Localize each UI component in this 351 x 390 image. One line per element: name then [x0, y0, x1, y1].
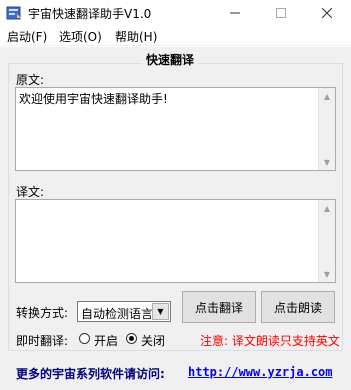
- menu-options[interactable]: 选项(O): [59, 28, 102, 45]
- scroll-down-icon[interactable]: ▼: [319, 154, 335, 170]
- chevron-down-icon[interactable]: ▼: [152, 303, 169, 320]
- menu-start[interactable]: 启动(F): [7, 28, 47, 45]
- group-title: 快速翻译: [142, 51, 199, 68]
- menu-help[interactable]: 帮助(H): [115, 28, 157, 45]
- source-textarea[interactable]: 欢迎使用宇宙快速翻译助手! ▲ ▼: [15, 87, 336, 171]
- radio-instant-off[interactable]: [126, 333, 137, 344]
- source-scrollbar[interactable]: ▲ ▼: [318, 88, 335, 170]
- translate-app-icon: [6, 6, 21, 20]
- target-textarea[interactable]: ▲ ▼: [15, 199, 336, 283]
- maximize-icon: [276, 8, 286, 18]
- radio-on-label[interactable]: 开启: [94, 332, 118, 349]
- read-aloud-button[interactable]: 点击朗读: [261, 291, 335, 323]
- target-scrollbar[interactable]: ▲ ▼: [318, 200, 335, 282]
- website-link[interactable]: http://www.yzrja.com: [188, 365, 333, 379]
- target-label: 译文:: [16, 185, 45, 199]
- scroll-up-icon[interactable]: ▲: [319, 88, 335, 104]
- radio-off-label[interactable]: 关闭: [141, 332, 165, 349]
- minimize-icon: [230, 12, 240, 14]
- notice-text: 注意: 译文朗读只支持英文: [200, 334, 340, 348]
- window-title: 宇宙快速翻译助手V1.0: [28, 7, 152, 21]
- scroll-down-icon[interactable]: ▼: [319, 266, 335, 282]
- radio-instant-on[interactable]: [79, 333, 90, 344]
- title-bar[interactable]: 宇宙快速翻译助手V1.0: [0, 0, 351, 26]
- menu-bar: 启动(F) 选项(O) 帮助(H): [0, 26, 351, 46]
- mode-selected-value: 自动检测语言: [81, 307, 154, 321]
- mode-label: 转换方式:: [16, 306, 69, 320]
- scroll-up-icon[interactable]: ▲: [319, 200, 335, 216]
- close-icon: [322, 8, 332, 18]
- source-text: 欢迎使用宇宙快速翻译助手!: [19, 92, 168, 106]
- client-area: 快速翻译 原文: 欢迎使用宇宙快速翻译助手! ▲ ▼ 译文: ▲ ▼ 转换方式:…: [0, 47, 351, 390]
- close-button[interactable]: [304, 0, 350, 26]
- translate-button[interactable]: 点击翻译: [182, 291, 256, 323]
- maximize-button[interactable]: [258, 0, 304, 26]
- mode-select[interactable]: 自动检测语言 ▼: [77, 301, 171, 322]
- source-label: 原文:: [16, 73, 45, 87]
- minimize-button[interactable]: [212, 0, 258, 26]
- footer-label: 更多的宇宙系列软件请访问:: [16, 367, 165, 381]
- instant-label: 即时翻译:: [16, 334, 69, 348]
